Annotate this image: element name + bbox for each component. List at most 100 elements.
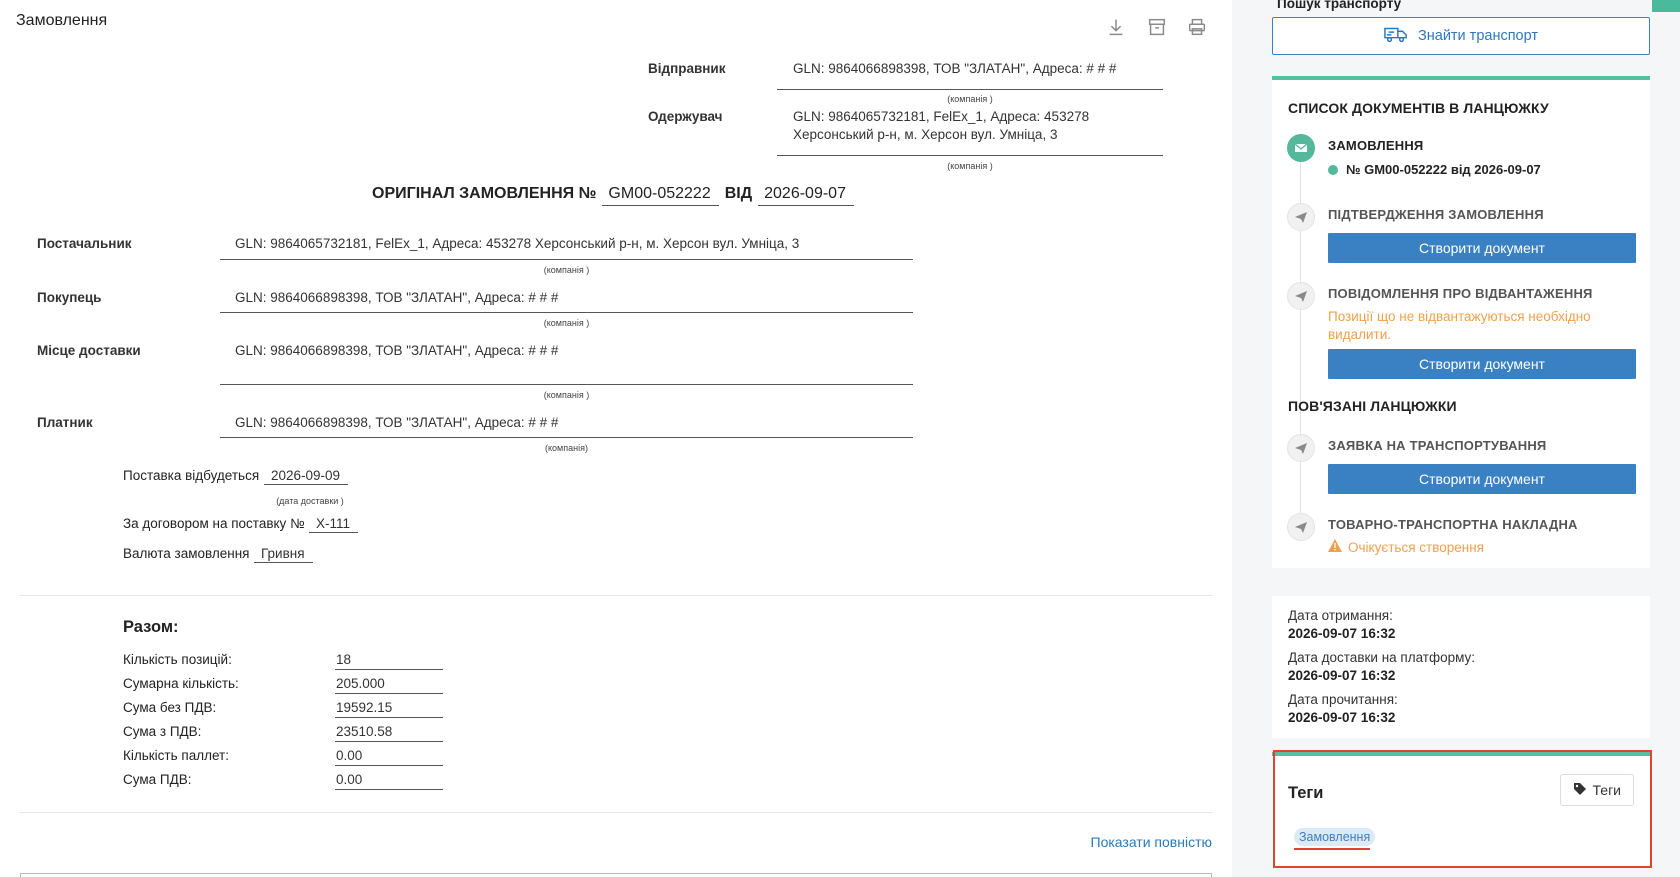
order-heading: ОРИГІНАЛ ЗАМОВЛЕННЯ № GM00-052222 ВІД 2026-… — [0, 185, 1232, 206]
totals-row-label: Сума з ПДВ: — [123, 724, 202, 739]
buyer-underline — [220, 312, 913, 313]
contract-label: За договором на поставку № — [123, 516, 305, 531]
paper-plane-icon — [1287, 513, 1315, 541]
delivery-place-label: Місце доставки — [37, 343, 141, 358]
warning-icon — [1328, 539, 1342, 555]
supplier-caption: (компанія ) — [543, 265, 590, 275]
totals-row-value: 18 — [335, 652, 443, 670]
sender-label: Відправник — [648, 61, 726, 76]
contract-value: X-111 — [309, 516, 359, 533]
totals-row-value: 0.00 — [335, 772, 443, 790]
items-table — [20, 873, 1212, 877]
transport-request-title: ЗАЯВКА НА ТРАНСПОРТУВАННЯ — [1328, 438, 1547, 453]
paper-plane-icon — [1287, 203, 1315, 231]
payer-underline — [220, 437, 913, 438]
totals-row-label: Сумарна кількість: — [123, 676, 239, 691]
page-title: Замовлення — [16, 12, 108, 29]
shipment-warning: Позиції що не відвантажуються необхідно … — [1328, 309, 1591, 342]
buyer-value: GLN: 9864066898398, ТОВ "ЗЛАТАН", Адреса… — [235, 290, 559, 305]
delivery-place-underline — [220, 384, 913, 385]
delivery-date-label: Поставка відбудеться — [123, 468, 260, 483]
paper-plane-icon — [1287, 434, 1315, 462]
document-chain-card: СПИСОК ДОКУМЕНТІВ В ЛАНЦЮЖКУ ЗАМОВЛЕННЯ … — [1272, 76, 1650, 568]
envelope-icon — [1287, 134, 1315, 162]
order-heading-from: ВІД — [724, 185, 753, 202]
sender-underline — [777, 89, 1163, 90]
totals-row-label: Кількість позицій: — [123, 652, 232, 667]
totals-row-label: Сума ПДВ: — [123, 772, 192, 787]
tags-card: Теги Теги Замовлення — [1272, 752, 1650, 866]
download-icon[interactable] — [1105, 16, 1129, 40]
create-shipment-button[interactable]: Створити документ — [1328, 349, 1636, 379]
supplier-underline — [220, 259, 913, 260]
totals-row: Кількість позицій: 18 — [123, 650, 443, 674]
find-transport-label: Знайти транспорт — [1417, 28, 1539, 44]
received-label: Дата отримання: — [1288, 608, 1393, 623]
delivery-date-caption: (дата доставки ) — [276, 496, 344, 506]
sender-value: GLN: 9864066898398, ТОВ "ЗЛАТАН", Адреса… — [793, 61, 1117, 76]
waybill-status-text: Очікується створення — [1348, 539, 1484, 555]
delivered-value: 2026-09-07 16:32 — [1288, 668, 1396, 683]
tag-highlight-underline — [1294, 848, 1370, 850]
section-divider — [20, 812, 1212, 813]
confirm-step-title: ПІДТВЕРДЖЕННЯ ЗАМОВЛЕННЯ — [1328, 207, 1544, 222]
received-value: 2026-09-07 16:32 — [1288, 626, 1396, 641]
waybill-status: Очікується створення — [1328, 539, 1484, 555]
buyer-label: Покупець — [37, 290, 102, 305]
supplier-value: GLN: 9864065732181, FelEx_1, Адреса: 453… — [235, 236, 800, 251]
totals-row: Сумарна кількість: 205.000 — [123, 674, 443, 698]
order-date: 2026-09-07 — [758, 185, 854, 206]
status-dot — [1328, 164, 1338, 175]
find-transport-button[interactable]: Знайти транспорт — [1272, 17, 1650, 55]
receiver-caption: (компанія ) — [947, 161, 993, 171]
payer-label: Платник — [37, 415, 93, 430]
waybill-title: ТОВАРНО-ТРАНСПОРТНА НАКЛАДНА — [1328, 517, 1578, 532]
receiver-value-line1: GLN: 9864065732181, FelEx_1, Адреса: 453… — [793, 109, 1090, 124]
tags-button[interactable]: Теги — [1559, 774, 1634, 806]
show-full-link[interactable]: Показати повністю — [1091, 834, 1213, 850]
totals-row-label: Сума без ПДВ: — [123, 700, 217, 715]
tags-button-label: Теги — [1592, 782, 1621, 798]
totals-row: Сума без ПДВ: 19592.15 — [123, 698, 443, 722]
transport-search-label: Пошук транспорту — [1277, 0, 1402, 11]
sidebar: Пошук транспорту Знайти транспорт СПИСОК… — [1232, 0, 1680, 877]
payer-value: GLN: 9864066898398, ТОВ "ЗЛАТАН", Адреса… — [235, 415, 559, 430]
supplier-label: Постачальник — [37, 236, 132, 251]
related-chains-title: ПОВ'ЯЗАНІ ЛАНЦЮЖКИ — [1288, 398, 1457, 414]
section-divider — [20, 595, 1212, 596]
paper-plane-icon — [1287, 282, 1315, 310]
archive-icon[interactable] — [1146, 16, 1170, 40]
tags-title: Теги — [1288, 784, 1324, 802]
totals-row-value: 19592.15 — [335, 700, 443, 718]
delivered-label: Дата доставки на платформу: — [1288, 650, 1476, 665]
totals-row: Кількість паллет: 0.00 — [123, 746, 443, 770]
dates-card: Дата отримання: 2026-09-07 16:32 Дата до… — [1272, 596, 1650, 738]
shipment-step-title: ПОВІДОМЛЕННЯ ПРО ВІДВАНТАЖЕННЯ — [1328, 286, 1593, 301]
create-confirmation-button[interactable]: Створити документ — [1328, 233, 1636, 263]
totals-row: Сума ПДВ: 0.00 — [123, 770, 443, 794]
tag-chip[interactable]: Замовлення — [1294, 828, 1376, 846]
currency-label: Валюта замовлення — [123, 546, 250, 561]
receiver-underline — [777, 155, 1163, 156]
delivery-place-caption: (компанія ) — [543, 390, 590, 400]
totals-row-value: 23510.58 — [335, 724, 443, 742]
payer-caption: (компанія) — [545, 443, 588, 453]
order-heading-prefix: ОРИГІНАЛ ЗАМОВЛЕННЯ № — [372, 185, 597, 202]
totals-row-label: Кількість паллет: — [123, 748, 229, 763]
tag-icon — [1573, 782, 1587, 799]
totals-title: Разом: — [123, 618, 179, 636]
print-icon[interactable] — [1186, 16, 1210, 40]
order-doc-link-text: № GM00-052222 від 2026-09-07 — [1346, 162, 1541, 177]
read-label: Дата прочитання: — [1288, 692, 1398, 707]
totals-row-value: 205.000 — [335, 676, 443, 694]
accent-corner — [1652, 0, 1680, 12]
truck-icon — [1384, 25, 1408, 47]
currency-value: Гривня — [254, 546, 313, 563]
order-doc-link[interactable]: № GM00-052222 від 2026-09-07 — [1328, 162, 1541, 177]
totals-row: Сума з ПДВ: 23510.58 — [123, 722, 443, 746]
order-step-title: ЗАМОВЛЕННЯ — [1328, 138, 1424, 153]
order-number: GM00-052222 — [602, 185, 719, 206]
delivery-date-value: 2026-09-09 — [264, 468, 349, 485]
create-transport-request-button[interactable]: Створити документ — [1328, 464, 1636, 494]
document-pane: Замовлення Відправник GLN: 9864066898398… — [0, 0, 1232, 877]
